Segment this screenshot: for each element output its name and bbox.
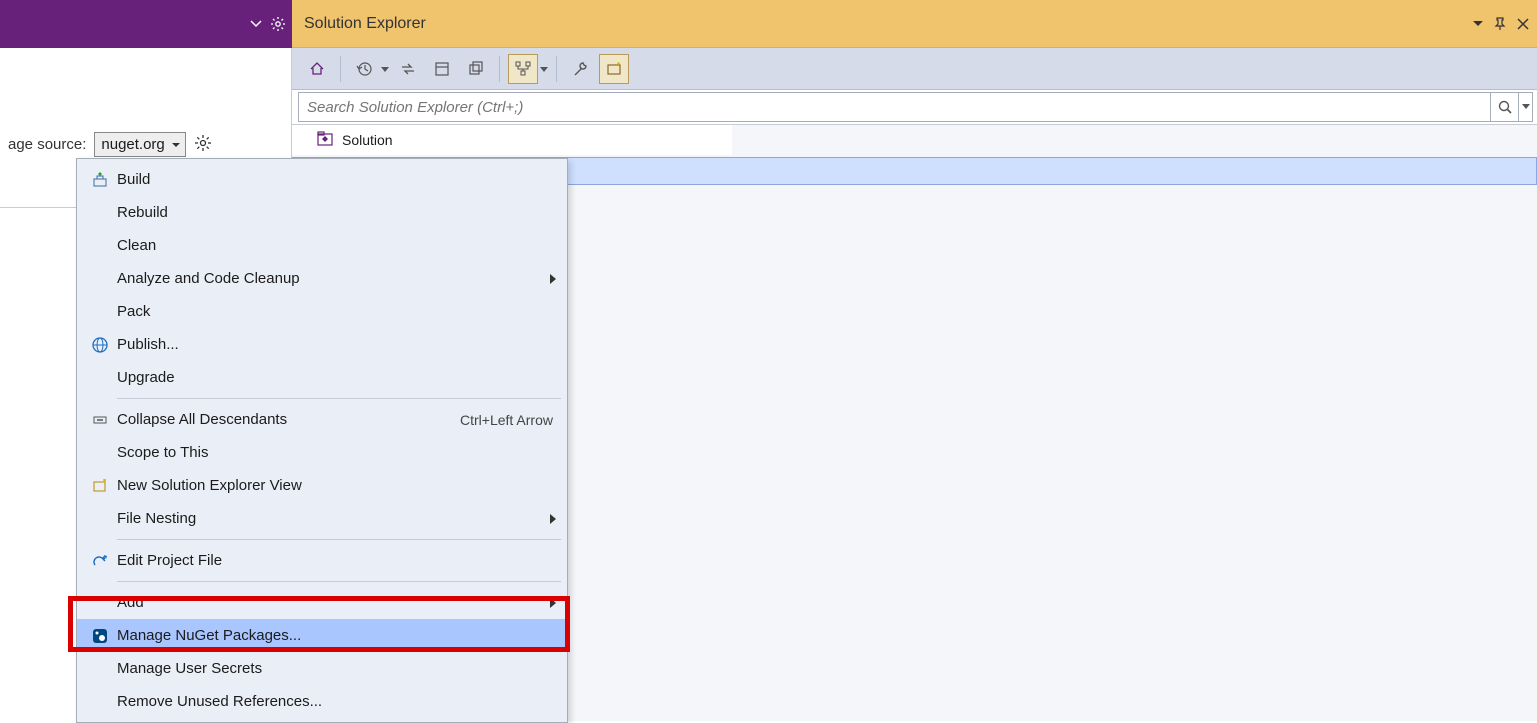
ctx-pack[interactable]: Pack bbox=[77, 295, 567, 328]
ctx-item-label: Pack bbox=[117, 303, 553, 320]
search-icon[interactable] bbox=[1490, 93, 1518, 121]
search-input[interactable] bbox=[299, 99, 1490, 116]
ctx-item-label: Scope to This bbox=[117, 444, 553, 461]
ctx-build[interactable]: Build bbox=[77, 163, 567, 196]
solution-explorer-header: Solution Explorer bbox=[292, 0, 1537, 48]
ctx-item-label: Manage User Secrets bbox=[117, 660, 553, 677]
search-dropdown-icon[interactable] bbox=[1518, 93, 1532, 121]
window-icon[interactable] bbox=[427, 54, 457, 84]
ctx-item-label: Edit Project File bbox=[117, 552, 553, 569]
history-icon[interactable] bbox=[349, 54, 379, 84]
ctx-upgrade[interactable]: Upgrade bbox=[77, 361, 567, 394]
globe-icon bbox=[83, 336, 117, 354]
ctx-item-label: Upgrade bbox=[117, 369, 553, 386]
hierarchy-icon[interactable] bbox=[508, 54, 538, 84]
submenu-arrow-icon bbox=[549, 271, 557, 287]
ctx-item-label: Manage NuGet Packages... bbox=[117, 627, 553, 644]
ctx-scope-to-this[interactable]: Scope to This bbox=[77, 436, 567, 469]
ctx-collapse-descendants[interactable]: Collapse All Descendants Ctrl+Left Arrow bbox=[77, 403, 567, 436]
home-icon[interactable] bbox=[302, 54, 332, 84]
ctx-analyze[interactable]: Analyze and Code Cleanup bbox=[77, 262, 567, 295]
ctx-item-shortcut: Ctrl+Left Arrow bbox=[460, 412, 553, 428]
ctx-remove-unused-references[interactable]: Remove Unused References... bbox=[77, 685, 567, 718]
ctx-rebuild[interactable]: Rebuild bbox=[77, 196, 567, 229]
history-dropdown-icon[interactable] bbox=[381, 61, 389, 77]
solution-icon bbox=[316, 130, 334, 151]
ctx-separator bbox=[117, 398, 561, 399]
solution-explorer-title: Solution Explorer bbox=[304, 15, 426, 33]
solution-explorer-toolbar bbox=[292, 48, 1537, 90]
ctx-item-label: Remove Unused References... bbox=[117, 693, 553, 710]
tree-row-solution[interactable]: Solution bbox=[292, 125, 732, 155]
toolbar-separator bbox=[556, 56, 557, 82]
package-source-settings-icon[interactable] bbox=[194, 134, 212, 155]
ctx-clean[interactable]: Clean bbox=[77, 229, 567, 262]
submenu-arrow-icon bbox=[549, 511, 557, 527]
preview-icon[interactable] bbox=[599, 54, 629, 84]
edit-icon bbox=[83, 553, 117, 569]
toolbar-gear-icon[interactable] bbox=[270, 16, 286, 32]
ctx-item-label: File Nesting bbox=[117, 510, 553, 527]
ctx-separator bbox=[117, 539, 561, 540]
submenu-arrow-icon bbox=[549, 595, 557, 611]
ctx-item-label: Build bbox=[117, 171, 553, 188]
ctx-publish[interactable]: Publish... bbox=[77, 328, 567, 361]
package-source-select[interactable]: nuget.org bbox=[94, 132, 185, 157]
ctx-item-label: Rebuild bbox=[117, 204, 553, 221]
ctx-manage-nuget[interactable]: Manage NuGet Packages... bbox=[77, 619, 567, 652]
ctx-item-label: Clean bbox=[117, 237, 553, 254]
ctx-item-label: Analyze and Code Cleanup bbox=[117, 270, 553, 287]
ctx-separator bbox=[117, 581, 561, 582]
toolbar-chevron-down-icon[interactable] bbox=[250, 18, 262, 30]
ctx-add[interactable]: Add bbox=[77, 586, 567, 619]
tree-row-label: Solution bbox=[342, 132, 393, 148]
sync-icon[interactable] bbox=[393, 54, 423, 84]
build-icon bbox=[83, 171, 117, 189]
windows-icon[interactable] bbox=[461, 54, 491, 84]
toolbar-purple-strip bbox=[0, 0, 292, 48]
package-source-value: nuget.org bbox=[101, 136, 164, 153]
pin-icon[interactable] bbox=[1493, 17, 1507, 31]
ctx-item-label: Publish... bbox=[117, 336, 553, 353]
package-source-label: age source: bbox=[8, 136, 86, 153]
ctx-file-nesting[interactable]: File Nesting bbox=[77, 502, 567, 535]
ctx-new-solution-explorer-view[interactable]: New Solution Explorer View bbox=[77, 469, 567, 502]
hierarchy-dropdown-icon[interactable] bbox=[540, 61, 548, 77]
new-view-icon bbox=[83, 478, 117, 494]
nuget-icon bbox=[83, 627, 117, 645]
toolbar-separator bbox=[340, 56, 341, 82]
toolbar-separator bbox=[499, 56, 500, 82]
context-menu: Build Rebuild Clean Analyze and Code Cle… bbox=[76, 158, 568, 723]
ctx-edit-project-file[interactable]: Edit Project File bbox=[77, 544, 567, 577]
ctx-item-label: Collapse All Descendants bbox=[117, 411, 460, 428]
ctx-manage-user-secrets[interactable]: Manage User Secrets bbox=[77, 652, 567, 685]
wrench-icon[interactable] bbox=[565, 54, 595, 84]
ctx-item-label: New Solution Explorer View bbox=[117, 477, 553, 494]
close-icon[interactable] bbox=[1517, 18, 1529, 30]
ctx-item-label: Add bbox=[117, 594, 553, 611]
dropdown-icon[interactable] bbox=[1473, 19, 1483, 29]
collapse-icon bbox=[83, 412, 117, 428]
solution-explorer-search[interactable] bbox=[298, 92, 1533, 122]
